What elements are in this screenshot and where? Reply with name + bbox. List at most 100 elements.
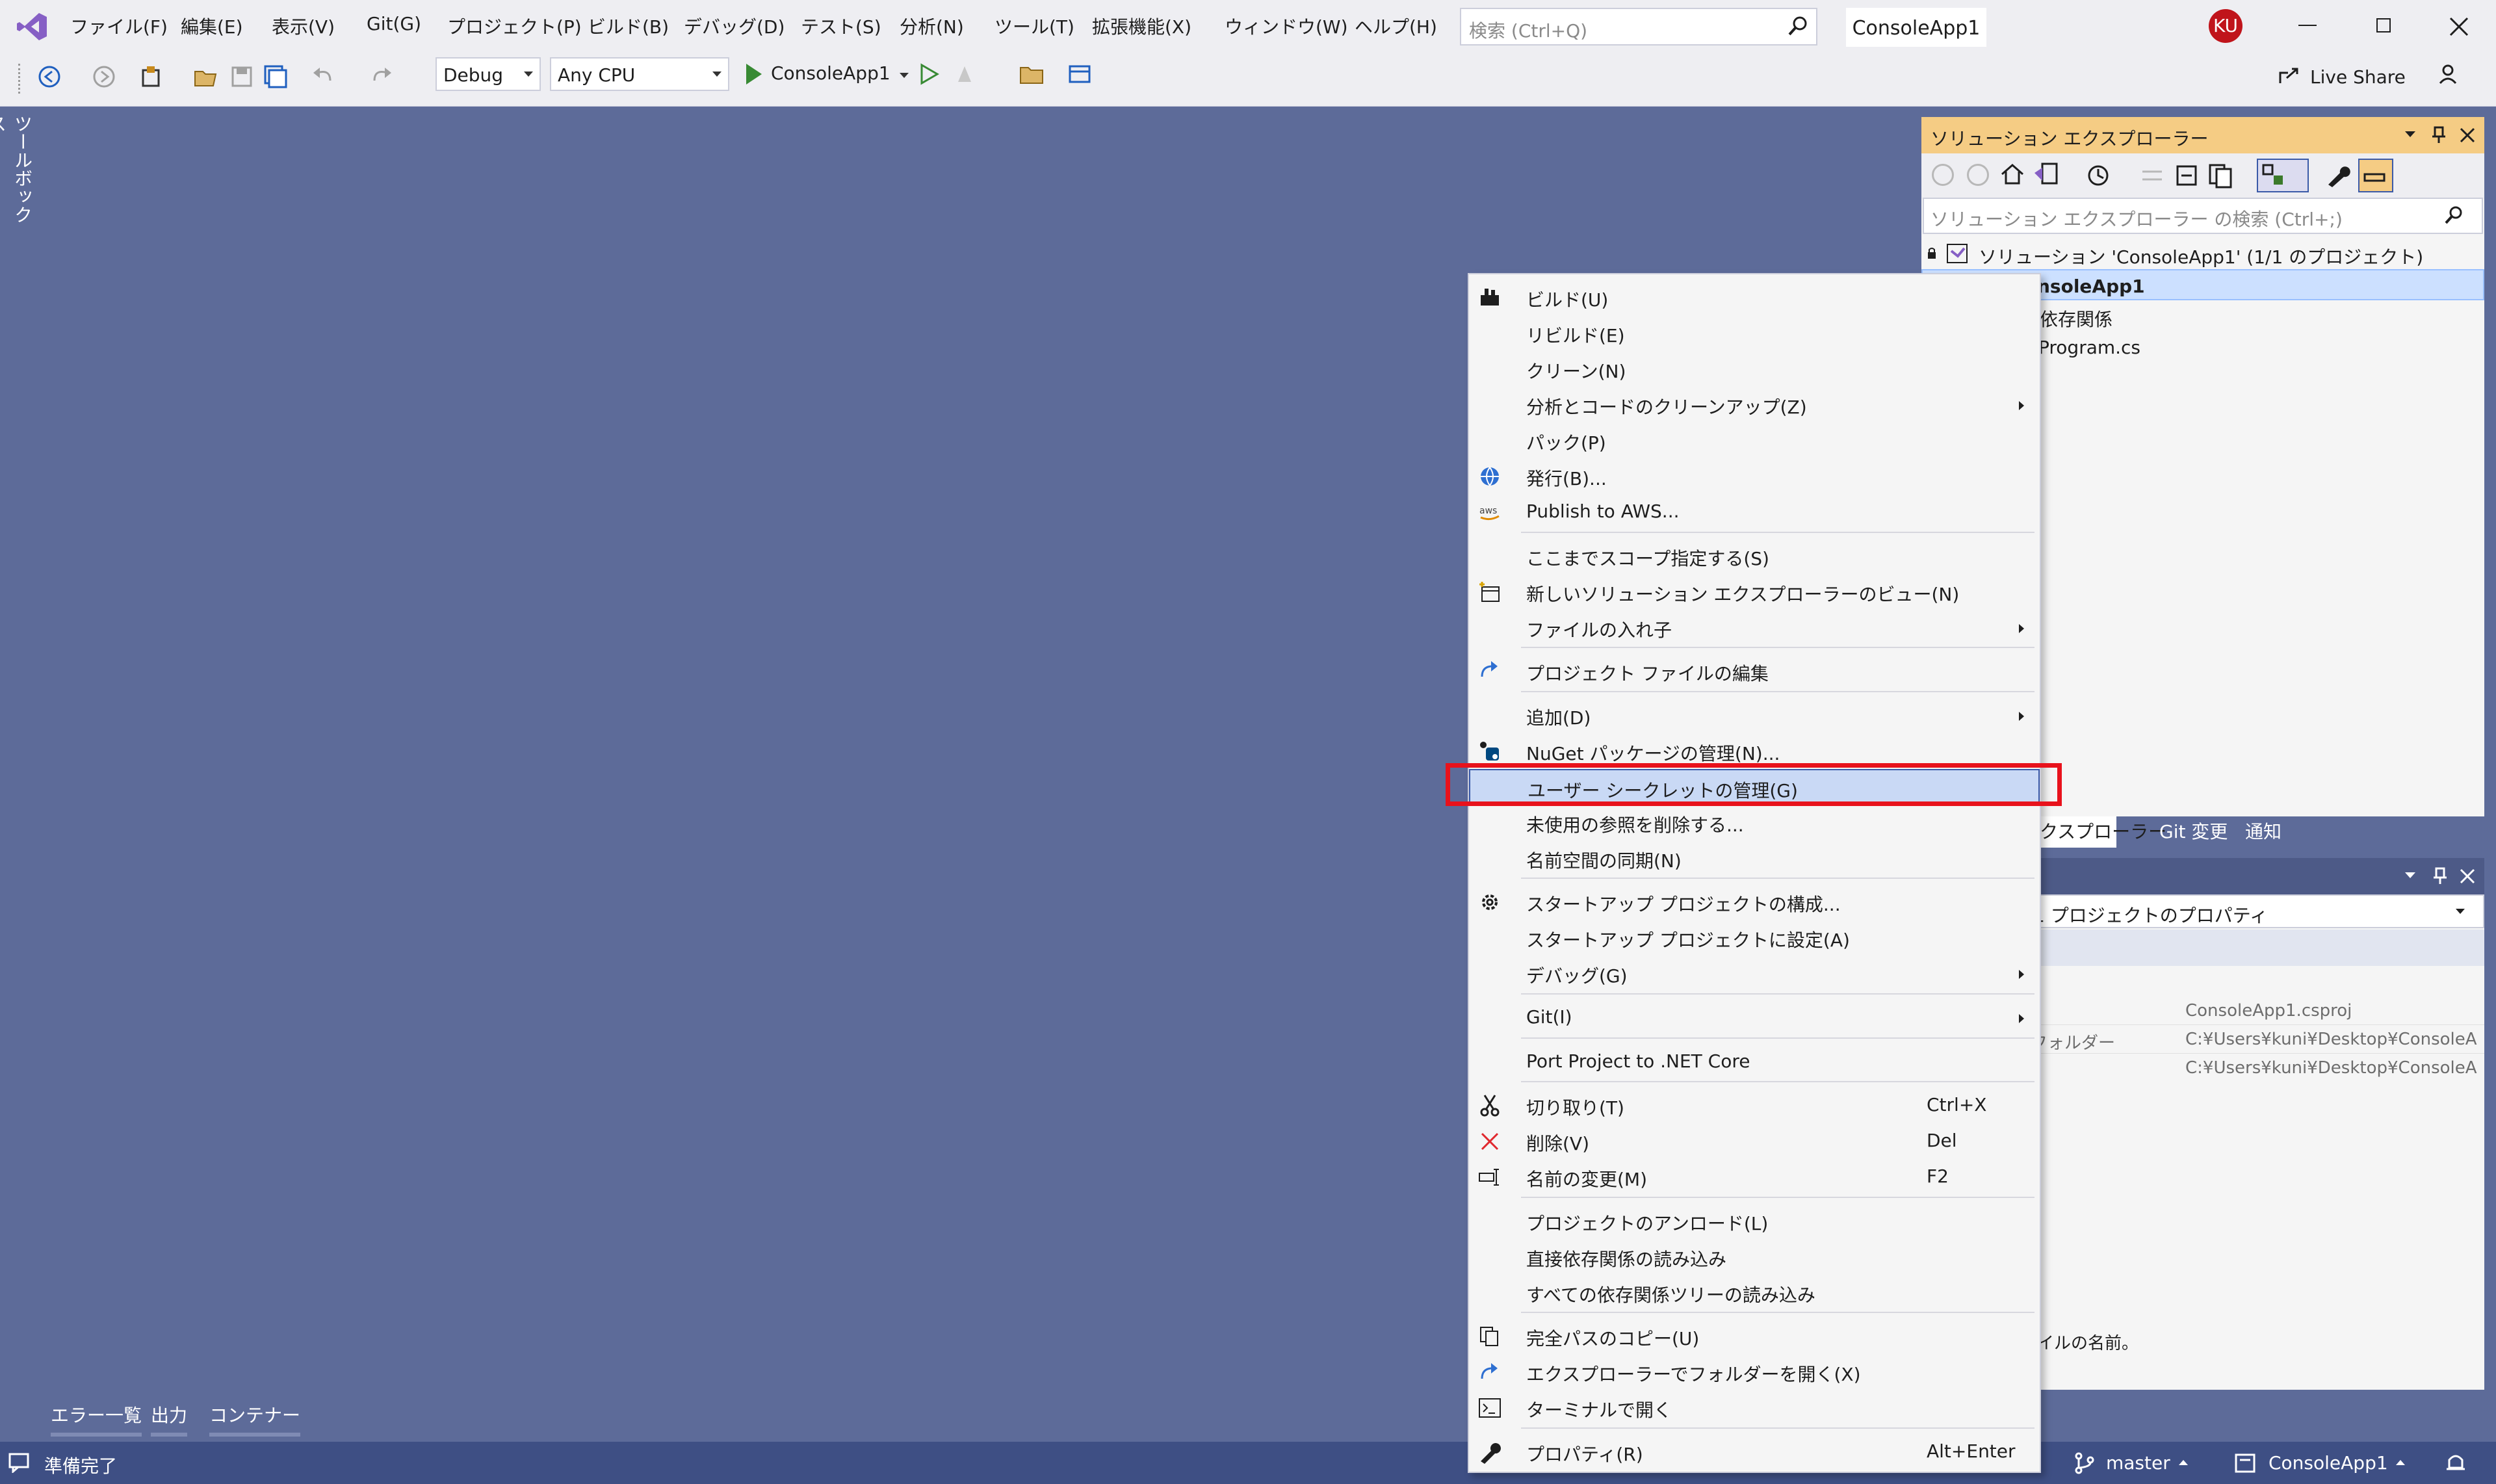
hot-reload-icon[interactable] [953,62,976,86]
context-menu-item-2[interactable]: リビルド(E) [1469,315,2040,351]
context-menu-item-7[interactable]: aws Publish to AWS... [1469,494,2040,530]
context-menu-label: Publish to AWS... [1526,501,1680,522]
context-menu-item-3[interactable]: クリーン(N) [1469,351,2040,387]
context-menu-item-18[interactable]: スタートアップ プロジェクトに設定(A) [1469,920,2040,956]
solution-explorer-search-input[interactable]: ソリューション エクスプローラー の検索 (Ctrl+;) [1923,198,2483,234]
undo-icon[interactable] [311,64,337,90]
context-menu-item-22[interactable]: 切り取り(T) Ctrl+X [1469,1087,2040,1123]
context-menu-item-16[interactable]: 名前空間の同期(N) [1469,840,2040,876]
window-layout-icon[interactable] [1067,62,1093,86]
property-value[interactable]: C:¥Users¥kuni¥Desktop¥ConsoleA [2185,1030,2477,1049]
new-project-icon[interactable] [139,64,165,90]
context-menu-item-23[interactable]: 削除(V) Del [1469,1123,2040,1159]
context-menu-item-30[interactable]: ターミナルで開く [1469,1390,2040,1425]
menu-view[interactable]: 表示(V) [272,13,335,39]
open-folder-icon[interactable] [192,64,218,90]
menu-window[interactable]: ウィンドウ(W) [1225,13,1348,39]
context-menu-item-25[interactable]: プロジェクトのアンロード(L) [1469,1203,2040,1239]
close-icon[interactable] [2448,16,2470,38]
lock-icon [1927,247,1937,260]
context-menu-item-8[interactable]: ここまでスコープ指定する(S) [1469,538,2040,574]
menu-tools[interactable]: ツール(T) [994,13,1074,39]
restore-icon[interactable] [2376,18,2391,33]
panel-dropdown-icon[interactable] [2405,872,2415,878]
save-icon[interactable] [229,64,255,90]
menu-git[interactable]: Git(G) [367,13,421,34]
menu-build[interactable]: ビルド(B) [588,13,669,39]
save-all-icon[interactable] [263,64,289,90]
context-menu-item-19[interactable]: デバッグ(G) [1469,956,2040,991]
tab-containers[interactable]: コンテナー [209,1401,301,1437]
panel-close-icon[interactable] [2458,867,2476,885]
redo-icon[interactable] [368,64,394,90]
toolbox-tab[interactable]: ツールボックス [0,114,35,231]
repository-name[interactable]: ConsoleApp1 [2268,1452,2388,1474]
preview-selected-icon[interactable] [2257,159,2309,192]
property-value[interactable]: ConsoleApp1.csproj [2185,1001,2352,1021]
context-menu-item-20[interactable]: Git(I) [1469,1000,2040,1035]
menu-project[interactable]: プロジェクト(P) [447,13,582,39]
search-input[interactable]: 検索 (Ctrl+Q) [1460,8,1817,46]
feedback-icon[interactable] [2438,62,2461,86]
context-menu-item-4[interactable]: 分析とコードのクリーンアップ(Z) [1469,387,2040,423]
sync-icon[interactable] [2140,165,2166,186]
tree-item-solution[interactable]: ソリューション 'ConsoleApp1' (1/1 のプロジェクト) [1921,238,2484,269]
context-menu-item-12[interactable]: 追加(D) [1469,697,2040,733]
context-menu-item-15[interactable]: 未使用の参照を削除する... [1469,805,2040,840]
tab-git-changes[interactable]: Git 変更 [2152,816,2235,848]
pin-icon[interactable] [2431,126,2447,144]
context-menu-item-28[interactable]: 完全パスのコピー(U) [1469,1318,2040,1354]
home-icon[interactable] [1999,161,2025,187]
menu-analyze[interactable]: 分析(N) [900,13,964,39]
tab-output[interactable]: 出力 [151,1401,188,1437]
back-icon[interactable] [1932,164,1954,186]
tab-error-list[interactable]: エラー一覧 [51,1401,142,1437]
menu-edit[interactable]: 編集(E) [181,13,243,39]
branch-icon [2074,1452,2096,1474]
context-menu-item-21[interactable]: Port Project to .NET Core [1469,1044,2040,1080]
tab-notifications[interactable]: 通知 [2237,816,2289,848]
avatar[interactable]: KU [2209,9,2242,43]
context-menu-item-29[interactable]: エクスプローラーでフォルダーを開く(X) [1469,1354,2040,1390]
collapse-all-icon[interactable] [2174,163,2200,189]
forward-arrow-icon[interactable] [91,64,117,90]
back-arrow-icon[interactable] [36,64,62,90]
context-menu-item-11[interactable]: プロジェクト ファイルの編集 [1469,653,2040,689]
property-value[interactable]: C:¥Users¥kuni¥Desktop¥ConsoleA [2185,1058,2477,1078]
preview-toggle-icon[interactable] [2358,159,2393,192]
menu-test[interactable]: テスト(S) [801,13,881,39]
context-menu-item-10[interactable]: ファイルの入れ子 [1469,610,2040,645]
platform-select[interactable]: Any CPU [550,57,729,91]
context-menu-item-27[interactable]: すべての依存関係ツリーの読み込み [1469,1275,2040,1310]
context-menu-item-5[interactable]: パック(P) [1469,423,2040,458]
menu-debug[interactable]: デバッグ(D) [684,13,785,39]
start-debugging-button[interactable]: ConsoleApp1 [741,60,910,88]
minimize-icon[interactable] [2298,25,2317,26]
forward-icon[interactable] [1967,164,1989,186]
pin-icon[interactable] [2432,867,2448,885]
context-menu-item-24[interactable]: 名前の変更(M) F2 [1469,1159,2040,1195]
switch-views-icon[interactable] [2033,161,2059,187]
branch-name[interactable]: master [2106,1452,2170,1474]
show-all-files-icon[interactable] [2207,163,2233,189]
start-without-debugging-icon[interactable] [918,62,941,86]
live-share-button[interactable]: Live Share [2278,62,2406,91]
visual-studio-logo-icon[interactable] [16,12,48,42]
context-menu-item-1[interactable]: ビルド(U) [1469,280,2040,315]
context-menu-item-26[interactable]: 直接依存関係の読み込み [1469,1239,2040,1275]
properties-wrench-icon[interactable] [2324,163,2350,189]
context-menu-item-9[interactable]: 新しいソリューション エクスプローラーのビュー(N) [1469,574,2040,610]
notification-bell-icon[interactable] [2445,1451,2466,1474]
menu-extensions[interactable]: 拡張機能(X) [1092,13,1191,39]
menu-file[interactable]: ファイル(F) [70,13,168,39]
menu-help[interactable]: ヘルプ(H) [1355,13,1437,39]
context-menu-item-31[interactable]: プロパティ(R) Alt+Enter [1469,1434,2040,1470]
pending-changes-icon[interactable] [2085,163,2111,189]
solution-explorer-folder-icon[interactable] [1019,62,1045,86]
configuration-select[interactable]: Debug [436,57,541,91]
context-menu-item-6[interactable]: 発行(B)... [1469,458,2040,494]
context-menu-item-17[interactable]: スタートアップ プロジェクトの構成... [1469,884,2040,920]
tab-solution-explorer[interactable]: クスプローラー [2032,816,2166,848]
panel-close-icon[interactable] [2458,126,2476,144]
panel-dropdown-icon[interactable] [2405,131,2415,137]
